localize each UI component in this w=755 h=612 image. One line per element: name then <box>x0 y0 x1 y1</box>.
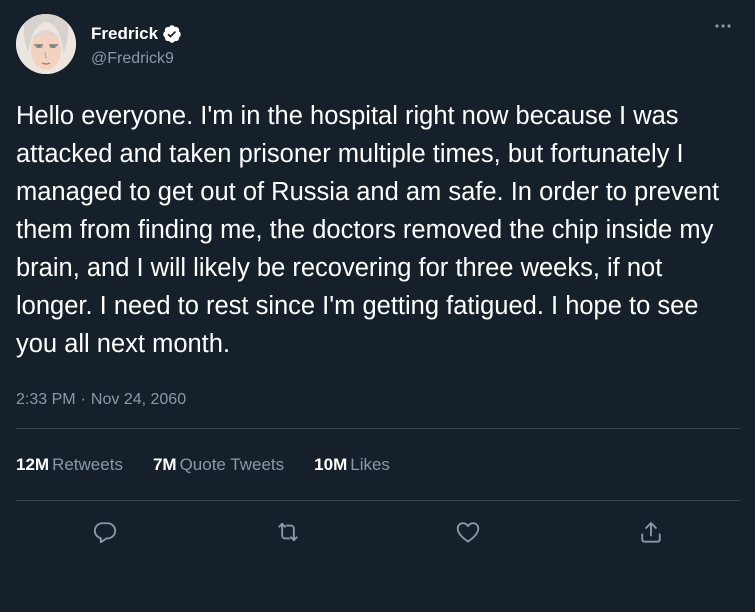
author-names: Fredrick @Fredrick9 <box>91 23 182 68</box>
retweet-button[interactable] <box>273 517 303 547</box>
tweet-text: Hello everyone. I'm in the hospital righ… <box>16 102 727 358</box>
heart-icon <box>456 522 480 543</box>
author-handle[interactable]: @Fredrick9 <box>91 50 182 68</box>
like-button[interactable] <box>453 517 483 547</box>
display-name[interactable]: Fredrick <box>91 24 158 44</box>
tweet-stats: 12M Retweets 7M Quote Tweets 10M Likes <box>16 429 740 500</box>
more-options-button[interactable] <box>708 14 738 38</box>
quote-tweets-count: 7M <box>152 454 177 474</box>
more-horizontal-icon <box>715 24 731 28</box>
likes-label: Likes <box>350 454 390 474</box>
share-button[interactable] <box>636 517 666 547</box>
likes-count: 10M <box>314 454 348 474</box>
avatar[interactable] <box>16 14 76 74</box>
avatar-image <box>16 14 76 74</box>
likes-stat[interactable]: 10M Likes <box>314 455 390 475</box>
share-icon <box>641 522 661 543</box>
retweets-label: Retweets <box>52 454 123 474</box>
timestamp-separator: · <box>80 391 86 408</box>
reply-button[interactable] <box>90 517 120 547</box>
display-name-row[interactable]: Fredrick <box>91 23 182 45</box>
tweet-timestamp[interactable]: 2:33 PM · Nov 24, 2060 <box>16 390 740 410</box>
quote-tweets-label: Quote Tweets <box>179 454 285 474</box>
retweets-stat[interactable]: 12M Retweets <box>16 455 123 475</box>
tweet-time[interactable]: 2:33 PM <box>16 391 76 409</box>
reply-icon <box>93 522 117 544</box>
quote-tweets-stat[interactable]: 7M Quote Tweets <box>153 455 284 475</box>
verified-badge-icon <box>162 24 182 44</box>
retweet-icon <box>278 522 298 542</box>
tweet-card: Fredrick @Fredrick9 Hello everyone. I'm … <box>0 0 755 612</box>
retweets-count: 12M <box>16 454 50 474</box>
tweet-date[interactable]: Nov 24, 2060 <box>91 391 186 409</box>
tweet-header: Fredrick @Fredrick9 <box>16 14 740 76</box>
tweet-actions <box>16 501 740 563</box>
